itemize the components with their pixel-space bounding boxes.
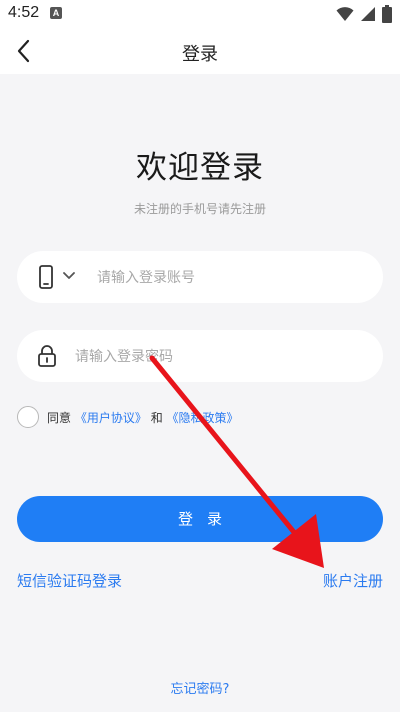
register-hint: 未注册的手机号请先注册 bbox=[133, 202, 266, 216]
user-agreement-link[interactable]: 《用户协议》 bbox=[75, 411, 147, 425]
phone-icon bbox=[39, 265, 53, 289]
sms-login-link[interactable]: 短信验证码登录 bbox=[17, 570, 122, 591]
welcome-title: 欢迎登录 bbox=[136, 150, 264, 186]
header-bar: 登录 bbox=[0, 28, 400, 74]
password-input-card bbox=[17, 330, 383, 382]
login-screen: 4:52 A 登录 欢迎登录 未注册的手机号请先注册 请输入登录账号 同意 《用… bbox=[0, 0, 400, 712]
agreement-prefix: 同意 bbox=[47, 411, 72, 425]
agreement-text: 同意 《用户协议》 和 《隐私政策》 bbox=[47, 409, 239, 426]
agreement-and: 和 bbox=[150, 411, 163, 425]
status-icons bbox=[336, 4, 392, 24]
chevron-down-icon[interactable] bbox=[63, 271, 75, 281]
login-button[interactable]: 登录 bbox=[17, 496, 383, 542]
status-time: 4:52 bbox=[8, 4, 40, 21]
forgot-password-link[interactable]: 忘记密码? bbox=[171, 682, 230, 697]
signal-icon bbox=[361, 7, 375, 21]
agreement-checkbox[interactable] bbox=[17, 406, 39, 428]
notification-icon: A bbox=[50, 7, 62, 19]
wifi-icon bbox=[336, 7, 354, 21]
password-input[interactable] bbox=[73, 344, 367, 370]
agreement-row: 同意 《用户协议》 和 《隐私政策》 bbox=[17, 406, 377, 430]
account-input-card bbox=[17, 251, 383, 303]
privacy-policy-link[interactable]: 《隐私政策》 bbox=[167, 411, 239, 425]
status-bar: 4:52 A bbox=[0, 0, 400, 28]
register-link[interactable]: 账户注册 bbox=[323, 570, 383, 591]
account-input[interactable] bbox=[95, 265, 369, 291]
page-title: 登录 bbox=[182, 44, 218, 65]
forgot-password-row: 忘记密码? bbox=[0, 678, 400, 697]
battery-icon bbox=[382, 5, 392, 23]
lock-icon bbox=[38, 345, 56, 367]
